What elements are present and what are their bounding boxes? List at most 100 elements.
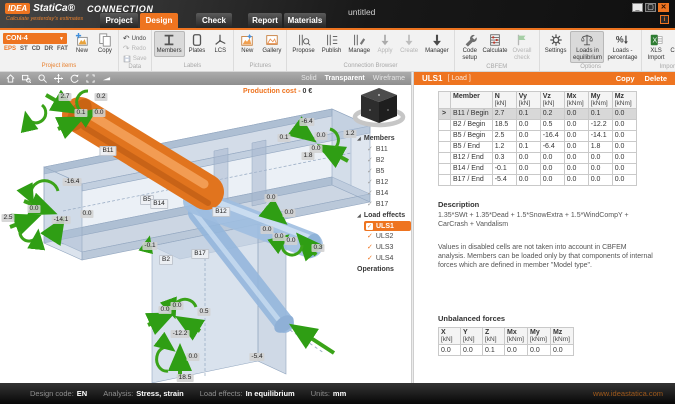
view-toolbar: Solid Transparent Wireframe	[0, 72, 411, 85]
status-analysis: Analysis: Stress, strain	[103, 389, 184, 398]
minimize-button[interactable]: _	[632, 3, 643, 12]
mode-solid[interactable]: Solid	[301, 75, 317, 82]
forces-table-row[interactable]: B2 / Begin18.50.00.50.0-12.20.0	[439, 120, 637, 131]
button-label: Connection Import	[670, 48, 675, 61]
column-header: Mx[kNm]	[564, 92, 588, 109]
forces-table-row[interactable]: >B11 / Begin2.70.10.20.00.10.0	[439, 109, 637, 120]
project-code[interactable]: CD	[32, 46, 41, 52]
tab-check[interactable]: Check	[196, 13, 232, 28]
section-label: Load effects	[364, 212, 405, 219]
mode-transparent[interactable]: Transparent	[325, 75, 365, 82]
connection-import-button[interactable]: Connection Import	[669, 31, 675, 63]
column-header: My[kNm]	[527, 328, 550, 345]
tree-item-load-effect[interactable]: ✓ULS1	[364, 221, 411, 231]
zoom-window-icon[interactable]	[22, 74, 31, 83]
close-button[interactable]: ✕	[658, 3, 669, 12]
tab-project[interactable]: Project	[100, 13, 138, 28]
tree-item-member[interactable]: ✓B12	[357, 177, 411, 188]
tree-section-load-effects[interactable]: ◢ Load effects	[357, 210, 411, 221]
project-code[interactable]: DR	[44, 46, 53, 52]
svg-text:X: X	[653, 38, 658, 45]
undo-button[interactable]: ↶ Undo	[121, 34, 149, 43]
lcs-labels-button[interactable]: LCS	[209, 31, 231, 57]
create-button[interactable]: Create	[397, 31, 421, 57]
ribbon-group-label: Options	[542, 63, 640, 72]
tree-item-load-effect[interactable]: ✓ULS3	[357, 242, 411, 253]
copy-load-button[interactable]: Copy	[616, 74, 635, 83]
tree-section-members[interactable]: ◢ Members	[357, 133, 411, 144]
navigation-cube[interactable]	[352, 86, 406, 130]
scene-3d-view[interactable]: Production cost - 0 € 2.70.20.10.0B11-16…	[0, 85, 411, 383]
project-code[interactable]: ST	[20, 46, 28, 52]
loads-in-equilibrium-button[interactable]: Loads in equilibrium	[570, 31, 604, 63]
code-setup-button[interactable]: Code setup	[457, 31, 483, 63]
forces-table-body: >B11 / Begin2.70.10.20.00.10.0B2 / Begin…	[439, 109, 637, 186]
apply-button[interactable]: Apply	[374, 31, 396, 57]
publish-icon	[325, 33, 339, 47]
home-view-icon[interactable]	[6, 74, 15, 83]
column-header: Vz[kN]	[540, 92, 564, 109]
project-code[interactable]: FAT	[57, 46, 68, 52]
forces-table-row[interactable]: B5 / End1.20.1-6.40.01.80.0	[439, 142, 637, 153]
forces-table-row[interactable]: B5 / Begin2.50.0-16.40.0-14.10.0	[439, 131, 637, 142]
tab-design[interactable]: Design	[140, 13, 178, 28]
tab-materials[interactable]: Materials	[284, 13, 326, 28]
column-header: Mz[kNm]	[612, 92, 636, 109]
loads-percentage-button[interactable]: % Loads - percentage	[605, 31, 639, 63]
maximize-button[interactable]: ▢	[645, 3, 656, 12]
mode-wireframe[interactable]: Wireframe	[373, 75, 405, 82]
project-code[interactable]: EPS	[4, 46, 16, 52]
publish-button[interactable]: Publish	[319, 31, 345, 57]
propose-button[interactable]: Propose	[289, 31, 317, 57]
gallery-button[interactable]: Gallery	[259, 31, 284, 57]
info-button[interactable]: i	[660, 15, 669, 24]
manage-button[interactable]: Manage	[345, 31, 373, 57]
tree-item-member[interactable]: ✓B14	[357, 188, 411, 199]
tree-members-list: ✓B11✓B2✓B5✓B12✓B14✓B17	[357, 144, 411, 210]
project-item-selector[interactable]: CON-4 ▼	[3, 33, 67, 44]
plates-labels-button[interactable]: Plates	[186, 31, 209, 57]
calculate-button[interactable]: Calculate	[484, 31, 506, 57]
tree-item-load-effect[interactable]: ✓ULS4	[357, 253, 411, 264]
column-header: My[kNm]	[588, 92, 612, 109]
pan-icon[interactable]	[54, 74, 63, 83]
tree-item-member[interactable]: ✓B5	[357, 166, 411, 177]
tab-report[interactable]: Report	[248, 13, 282, 28]
members-labels-button[interactable]: Members	[154, 31, 185, 57]
new-picture-button[interactable]: New	[236, 31, 258, 57]
manager-button[interactable]: Manager	[422, 31, 452, 57]
redo-button[interactable]: ↷ Redo	[121, 44, 149, 53]
svg-text:%: %	[616, 35, 624, 45]
document-title: untitled	[348, 7, 375, 17]
clipping-icon[interactable]	[102, 74, 111, 83]
unbalanced-forces-table: X[kN]Y[kN]Z[kN]Mx[kNm]My[kNm]Mz[kNm] 0.0…	[438, 327, 574, 356]
tree-item-load-effect[interactable]: ✓ULS2	[357, 231, 411, 242]
settings-button[interactable]: Settings	[542, 31, 570, 57]
save-button[interactable]: Save	[121, 54, 149, 63]
tree-item-member[interactable]: ✓B11	[357, 144, 411, 155]
forces-table-row[interactable]: B12 / End0.30.00.00.00.00.0	[439, 153, 637, 164]
new-item-button[interactable]: New	[71, 31, 93, 57]
website-link[interactable]: www.ideastatica.com	[593, 389, 663, 398]
tree-item-member[interactable]: ✓B2	[357, 155, 411, 166]
zoom-icon[interactable]	[38, 74, 47, 83]
panel-header: ULS1 [ Load ] Copy Delete	[414, 72, 675, 85]
app-name: CONNECTION	[87, 4, 154, 14]
button-label: Calculate	[482, 48, 507, 55]
forces-table-row[interactable]: B14 / End-0.10.00.00.00.00.0	[439, 164, 637, 175]
tree-item-member[interactable]: ✓B17	[357, 199, 411, 210]
copy-item-button[interactable]: Copy	[94, 31, 116, 57]
ribbon-group-label: Labels	[154, 62, 232, 71]
fit-view-icon[interactable]	[86, 74, 95, 83]
save-icon	[123, 55, 131, 63]
button-label: Overall check	[510, 48, 534, 61]
tree-section-operations[interactable]: Operations	[357, 264, 411, 275]
forces-table-row[interactable]: B17 / End-5.40.00.00.00.00.0	[439, 175, 637, 186]
overall-check-button[interactable]: Overall check	[507, 31, 537, 63]
rotate-icon[interactable]	[70, 74, 79, 83]
xls-import-button[interactable]: X XLS Import	[644, 31, 667, 63]
selector-value: CON-4	[6, 35, 28, 42]
delete-load-button[interactable]: Delete	[644, 74, 667, 83]
copy-icon	[98, 33, 112, 47]
axes-icon	[213, 33, 227, 47]
